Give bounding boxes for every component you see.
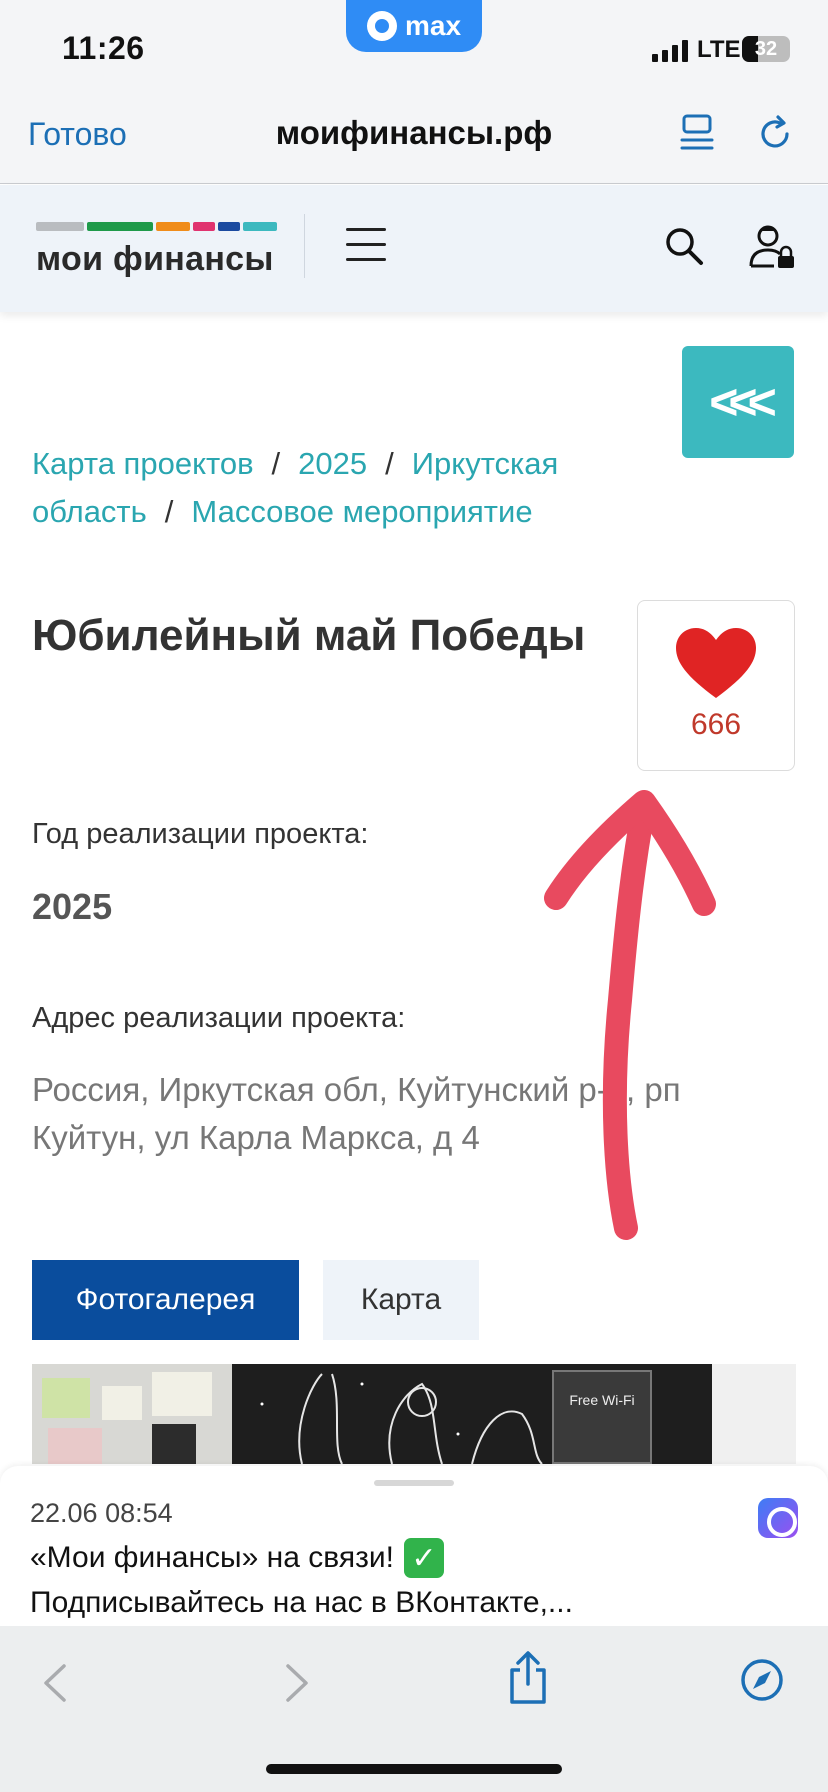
max-pill-label: max xyxy=(404,10,462,41)
check-mark-icon: ✓ xyxy=(403,1538,444,1578)
breadcrumb-item-category[interactable]: Массовое мероприятие xyxy=(191,494,532,529)
forward-arrow-icon[interactable] xyxy=(282,1662,312,1704)
year-label: Год реализации проекта: xyxy=(32,818,369,850)
battery-icon: 32 xyxy=(742,36,790,62)
breadcrumb-separator: / xyxy=(164,494,174,529)
max-app-pill[interactable]: max xyxy=(346,0,482,52)
chalk-drawings xyxy=(260,1373,543,1464)
hamburger-icon[interactable] xyxy=(346,228,386,262)
address-label: Адрес реализации проекта: xyxy=(32,1002,406,1034)
logo-color-bars xyxy=(36,222,277,231)
breadcrumb-separator: / xyxy=(385,446,394,481)
site-logo[interactable]: мои финансы xyxy=(36,240,274,279)
battery-level: 32 xyxy=(754,37,778,60)
signal-icon xyxy=(652,40,688,62)
search-icon[interactable] xyxy=(664,226,704,266)
notification-body: Подписывайтесь на нас в ВКонтакте,... xyxy=(30,1586,573,1619)
notification-title-text: «Мои финансы» на связи! xyxy=(30,1541,394,1574)
home-indicator[interactable] xyxy=(266,1764,562,1774)
max-app-icon xyxy=(758,1498,798,1538)
back-chevrons-icon: <<< xyxy=(709,374,777,430)
heart-icon[interactable] xyxy=(676,628,756,700)
tab-map[interactable]: Карта xyxy=(323,1260,479,1340)
gallery-photo[interactable]: Free Wi-Fi xyxy=(32,1364,796,1464)
breadcrumb-separator: / xyxy=(271,446,281,481)
collapse-back-button[interactable]: <<< xyxy=(682,346,794,458)
like-count: 666 xyxy=(690,708,742,741)
compass-icon[interactable] xyxy=(740,1658,784,1702)
photo-noticeboard xyxy=(32,1364,232,1464)
breadcrumb-item-year[interactable]: 2025 xyxy=(298,446,367,481)
reload-icon[interactable] xyxy=(756,114,794,152)
page-title: Юбилейный май Победы xyxy=(32,611,586,660)
breadcrumb-item-map[interactable]: Карта проектов xyxy=(32,446,254,481)
notification-handle[interactable] xyxy=(374,1480,454,1486)
status-time: 11:26 xyxy=(62,30,145,66)
done-button[interactable]: Готово xyxy=(28,116,127,153)
user-lock-icon[interactable] xyxy=(748,224,796,270)
notification-title: «Мои финансы» на связи! ✓ xyxy=(30,1538,444,1578)
tab-gallery[interactable]: Фотогалерея xyxy=(32,1260,299,1340)
back-arrow-icon[interactable] xyxy=(40,1662,70,1704)
url-label[interactable]: моифинансы.рф xyxy=(214,114,614,152)
share-icon[interactable] xyxy=(506,1650,550,1706)
header-divider xyxy=(304,214,305,278)
photo-bookshelf xyxy=(712,1364,796,1464)
year-value: 2025 xyxy=(32,886,113,927)
annotation-arrow xyxy=(544,790,716,1240)
notification-time: 22.06 08:54 xyxy=(30,1498,173,1528)
breadcrumb: Карта проектов/2025/Иркутская область / Ма… xyxy=(32,440,672,536)
wifi-sign: Free Wi-Fi xyxy=(552,1370,652,1464)
network-label: LTE xyxy=(697,36,741,63)
reader-icon[interactable] xyxy=(680,114,714,152)
max-logo-icon xyxy=(366,11,397,41)
